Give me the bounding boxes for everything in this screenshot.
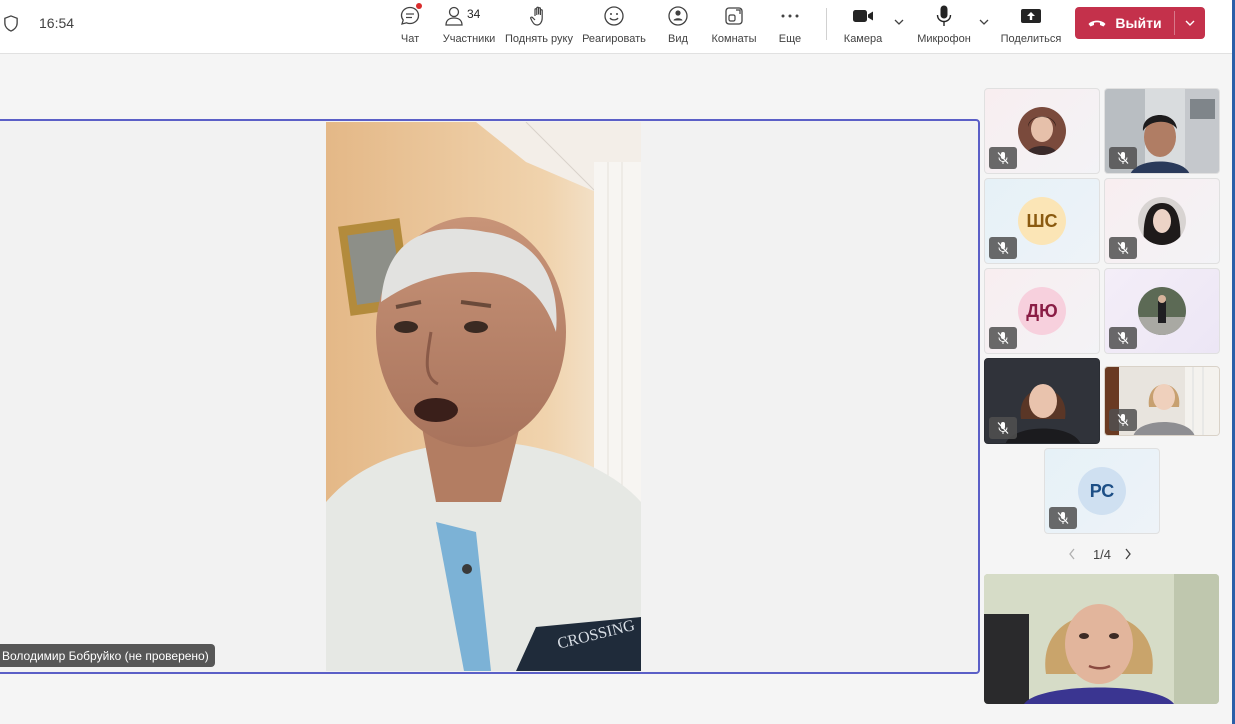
camera-label: Камера [843, 33, 883, 45]
mic-off-icon [1049, 507, 1077, 529]
smile-icon [602, 4, 626, 28]
microphone-label: Микрофон [917, 33, 971, 45]
toolbar-divider [826, 8, 827, 40]
participant-tile[interactable] [1104, 88, 1220, 174]
avatar-initials: ДЮ [1018, 287, 1066, 335]
previous-page-chevron-icon[interactable] [1068, 547, 1080, 561]
self-view-frame [984, 574, 1219, 704]
participant-tile[interactable]: РС [1044, 448, 1160, 534]
participant-tile[interactable]: ШС [984, 178, 1100, 264]
react-label: Реагировать [582, 33, 646, 45]
avatar-initials: ШС [1018, 197, 1066, 245]
chat-icon [398, 3, 422, 28]
react-button[interactable]: Реагировать [582, 3, 646, 49]
leave-button-group: Выйти [1075, 7, 1205, 39]
camera-button[interactable]: Камера [844, 3, 882, 49]
avatar-initials: РС [1078, 467, 1126, 515]
leave-options-button[interactable] [1175, 7, 1205, 39]
participants-button[interactable]: 34 Участники [443, 3, 495, 49]
raise-hand-button[interactable]: Поднять руку [505, 3, 573, 49]
meeting-toolbar: 16:54 Чат 34 Участники Поднять руку Реаг… [0, 0, 1235, 54]
raise-hand-label: Поднять руку [505, 33, 573, 45]
participants-count: 34 [467, 7, 481, 21]
participants-label: Участники [442, 33, 496, 45]
leave-button[interactable]: Выйти [1075, 7, 1174, 39]
hand-icon [527, 4, 551, 28]
speaker-name-tag: Володимир Бобруйко (не проверено) [0, 644, 215, 667]
gallery-pager: 1/4 [1068, 544, 1136, 564]
avatar [1138, 287, 1186, 335]
rooms-label: Комнаты [711, 33, 757, 45]
hang-up-icon [1088, 20, 1106, 27]
mic-off-icon [989, 417, 1017, 439]
people-icon: 34 [443, 4, 495, 28]
share-label: Поделиться [1000, 33, 1062, 45]
mic-off-icon [989, 327, 1017, 349]
mic-off-icon [1109, 237, 1137, 259]
more-icon [778, 4, 802, 28]
page-indicator: 1/4 [1092, 546, 1112, 562]
mic-off-icon [1109, 327, 1137, 349]
view-label: Вид [668, 33, 688, 45]
chat-label: Чат [400, 33, 420, 45]
view-button[interactable]: Вид [666, 3, 690, 49]
microphone-icon [932, 4, 956, 28]
more-button[interactable]: Еще [778, 3, 802, 49]
participant-tile[interactable]: ДЮ [984, 268, 1100, 354]
rooms-icon [722, 4, 746, 28]
microphone-button[interactable]: Микрофон [916, 3, 972, 49]
speaker-video-frame: CROSSING [326, 122, 641, 671]
more-label: Еще [778, 33, 802, 45]
participant-tile[interactable] [1104, 178, 1220, 264]
chat-notification-dot [416, 3, 422, 9]
self-view-video[interactable] [984, 574, 1219, 704]
share-screen-icon [1019, 4, 1043, 28]
participant-tile[interactable] [1104, 268, 1220, 354]
share-button[interactable]: Поделиться [1001, 3, 1061, 49]
microphone-options-chevron-icon[interactable] [978, 17, 990, 27]
mic-off-icon [1109, 147, 1137, 169]
rooms-button[interactable]: Комнаты [711, 3, 757, 49]
participant-tile[interactable] [1104, 366, 1220, 436]
mic-off-icon [1109, 409, 1137, 431]
avatar [1018, 107, 1066, 155]
camera-options-chevron-icon[interactable] [893, 17, 905, 27]
avatar [1138, 197, 1186, 245]
next-page-chevron-icon[interactable] [1124, 547, 1136, 561]
meeting-time: 16:54 [39, 15, 75, 31]
participant-tile[interactable] [984, 88, 1100, 174]
speaker-video[interactable]: CROSSING [326, 122, 641, 671]
chevron-down-icon [1185, 20, 1195, 26]
camera-icon [851, 4, 875, 28]
view-icon [666, 4, 690, 28]
participant-tile[interactable] [984, 358, 1100, 444]
mic-off-icon [989, 147, 1017, 169]
mic-off-icon [989, 237, 1017, 259]
shield-icon [4, 15, 18, 32]
chat-button[interactable]: Чат [396, 3, 424, 49]
leave-label: Выйти [1115, 15, 1162, 31]
